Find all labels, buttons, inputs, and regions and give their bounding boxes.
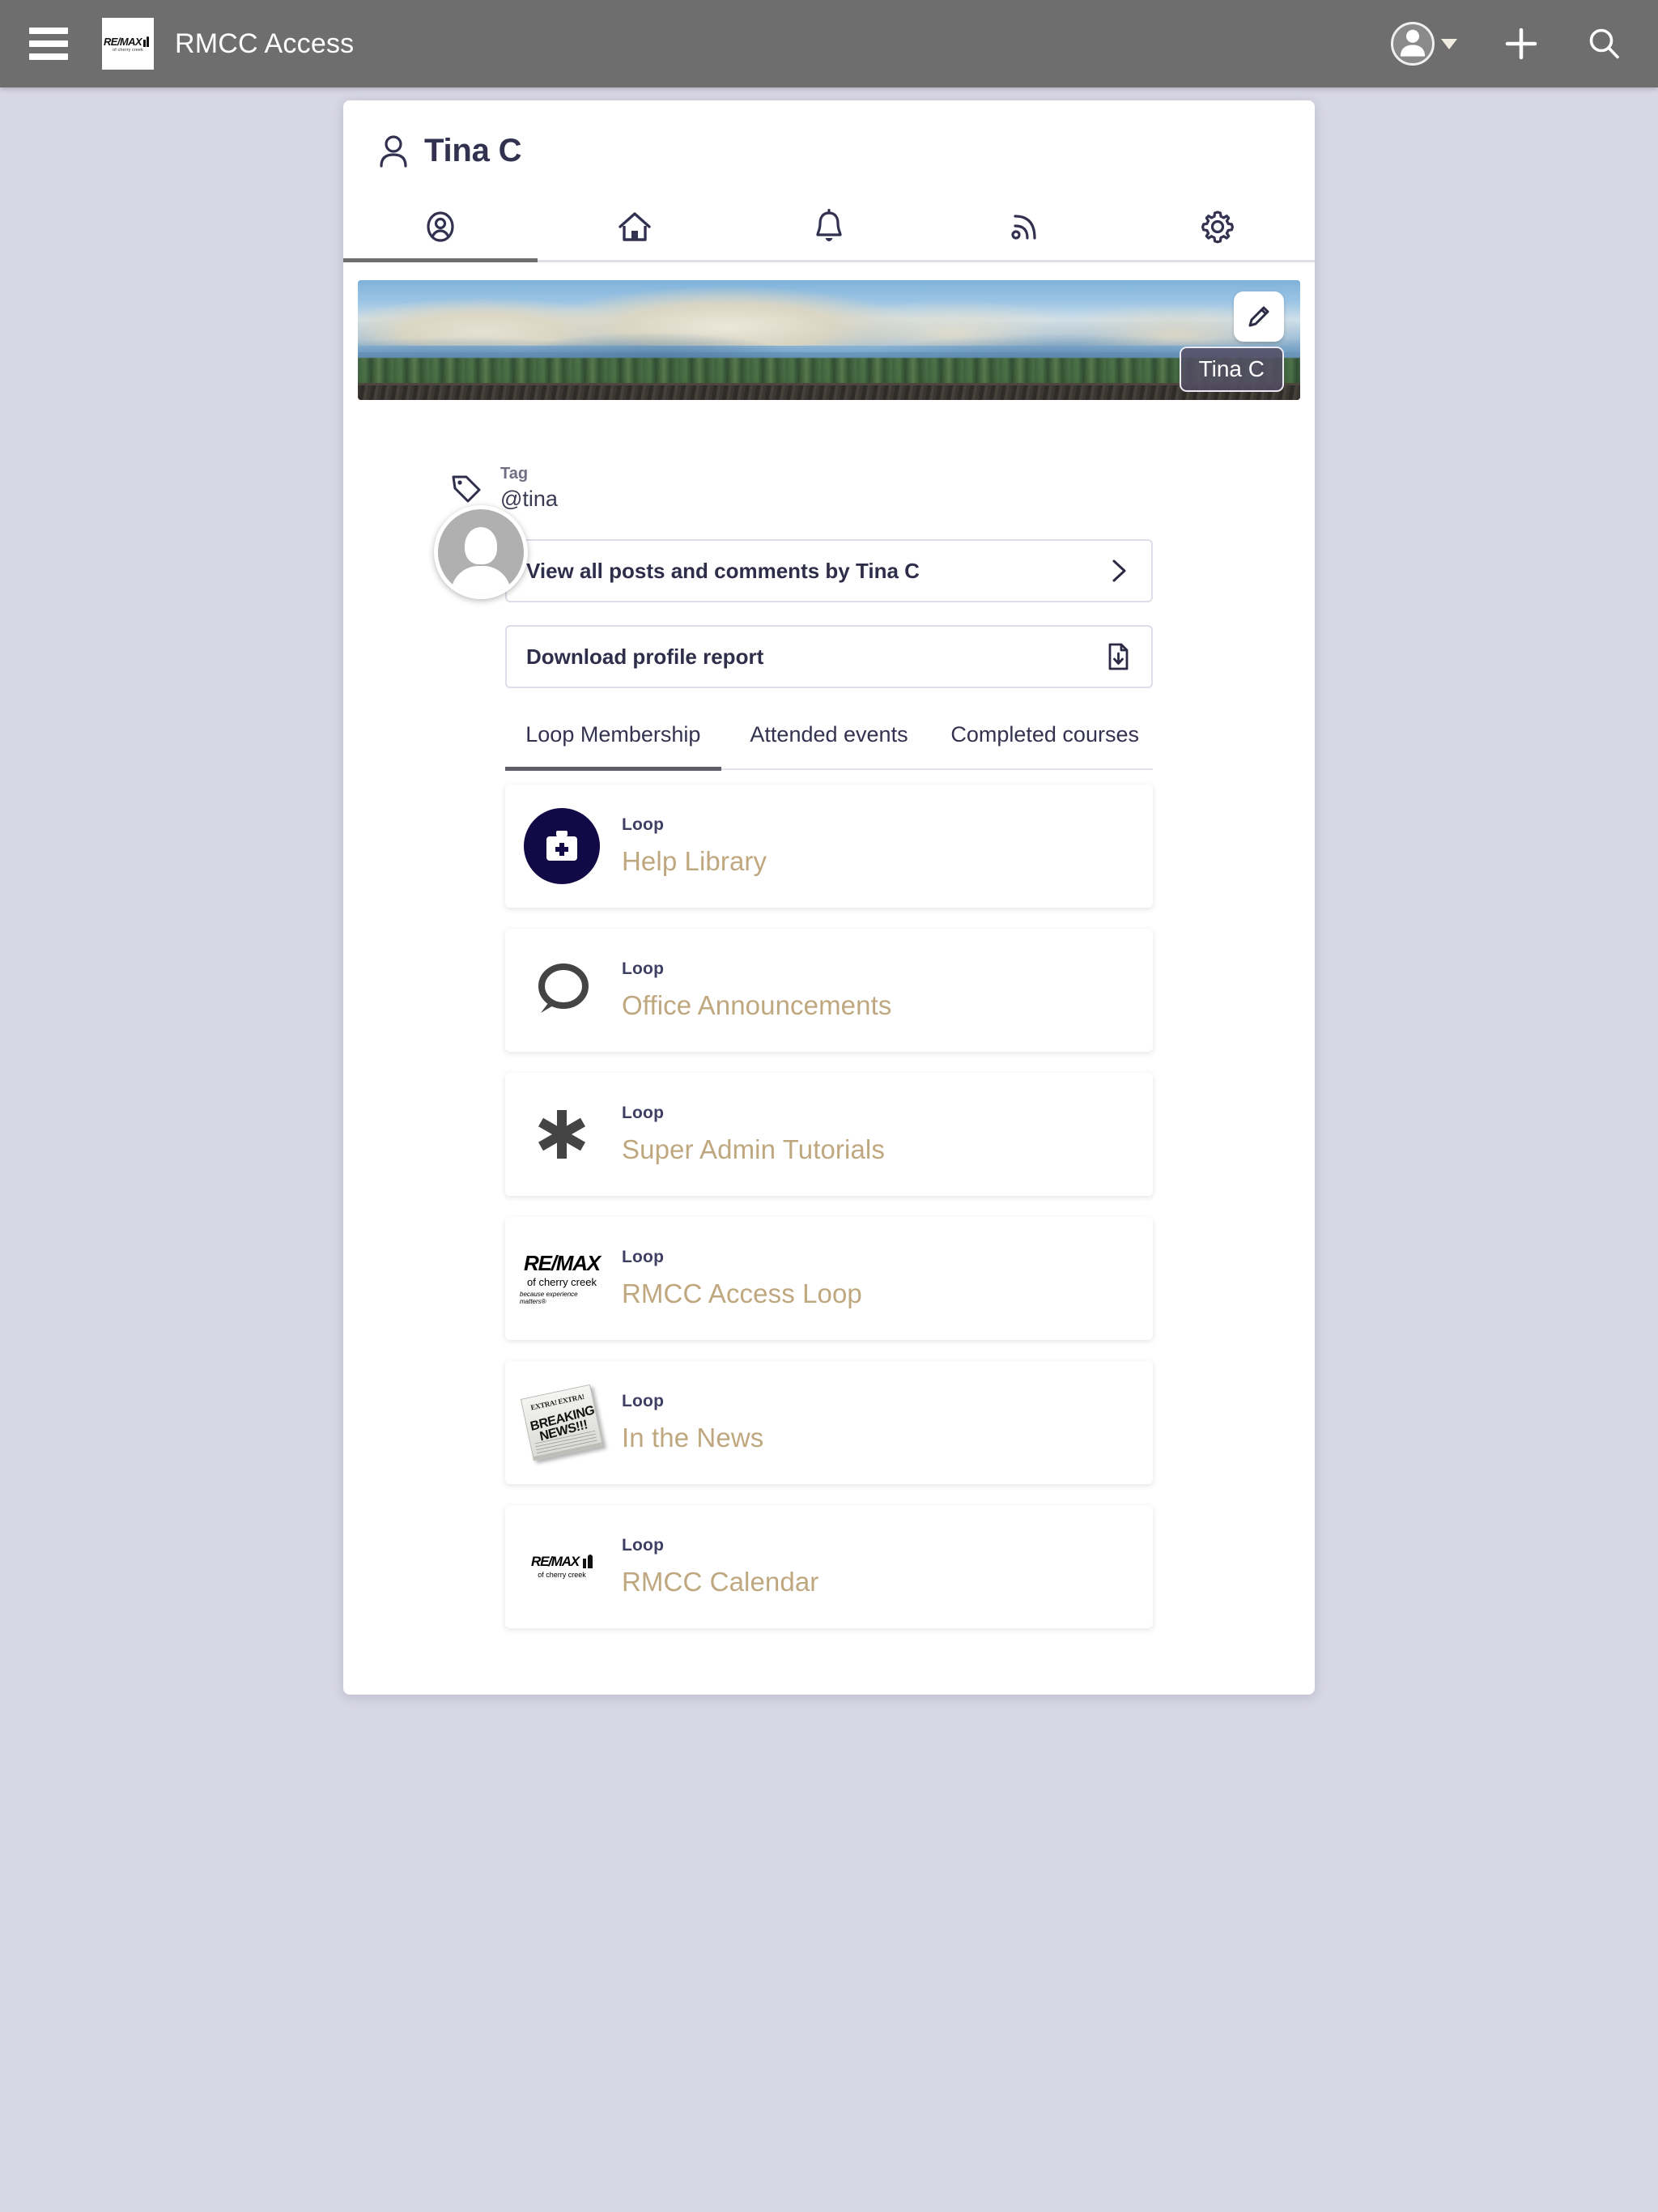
loop-text: Loop RMCC Calendar [622, 1536, 818, 1597]
list-item[interactable]: RE/MAX of cherry creek Loop RMCC Calenda… [505, 1505, 1153, 1629]
add-button[interactable] [1503, 25, 1540, 62]
asterisk-icon [520, 1092, 604, 1176]
search-button[interactable] [1585, 25, 1622, 62]
download-profile-report-button[interactable]: Download profile report [505, 625, 1153, 689]
content-tabs: Loop Membership Attended events Complete… [505, 711, 1153, 772]
rss-icon [1011, 215, 1036, 240]
bell-icon [816, 208, 842, 241]
tab-attended-events[interactable]: Attended events [721, 711, 937, 768]
plus-icon [1505, 28, 1537, 60]
tab-profile[interactable] [343, 194, 538, 260]
tab-feed[interactable] [926, 194, 1120, 260]
top-bar-actions [1391, 22, 1622, 66]
loop-kind-label: Loop [622, 959, 665, 979]
avatar-body-shape [451, 566, 511, 595]
home-icon [619, 212, 651, 241]
app-title: RMCC Access [175, 28, 355, 59]
list-item[interactable]: EXTRA! EXTRA! BREAKING NEWS!!! Loop In t… [505, 1361, 1153, 1485]
account-avatar-icon [1391, 22, 1435, 66]
list-item[interactable]: Loop Super Admin Tutorials [505, 1073, 1153, 1197]
person-icon [380, 134, 407, 168]
balloon-glyph [581, 1555, 593, 1569]
speech-bubble-glyph [538, 963, 589, 1014]
tag-label: Tag [500, 465, 529, 483]
brand-logo-sub: of cherry creek [113, 48, 143, 53]
hamburger-menu-icon[interactable] [29, 28, 68, 60]
caret-down-icon [1441, 38, 1457, 49]
loop-name-label: Super Admin Tutorials [622, 1134, 885, 1165]
tab-settings[interactable] [1120, 194, 1315, 260]
banner-name-badge[interactable]: Tina C [1179, 347, 1284, 392]
speech-bubble-icon [520, 948, 604, 1032]
list-item[interactable]: RE/MAX of cherry creek because experienc… [505, 1217, 1153, 1341]
tag-icon [452, 475, 481, 503]
remax-balloon-icon [142, 35, 152, 47]
pencil-icon [1248, 306, 1269, 327]
file-download-icon [1108, 643, 1129, 670]
panel-header: Tina C [343, 100, 1315, 169]
loop-kind-label: Loop [622, 1536, 665, 1555]
account-menu-button[interactable] [1391, 22, 1457, 66]
first-aid-kit-glyph [546, 831, 577, 861]
banner-foreground [358, 385, 1300, 400]
loop-name-label: RMCC Access Loop [622, 1278, 862, 1309]
loop-name-label: Help Library [622, 846, 767, 877]
top-app-bar: RE/MAX of cherry creek RMCC Access [0, 0, 1658, 87]
avatar[interactable] [434, 505, 528, 599]
asterisk-glyph [538, 1110, 585, 1159]
loop-kind-label: Loop [622, 1104, 665, 1123]
newspaper-icon: EXTRA! EXTRA! BREAKING NEWS!!! [520, 1380, 604, 1465]
page-title: Tina C [424, 133, 522, 168]
tab-home[interactable] [538, 194, 732, 260]
loop-text: Loop Office Announcements [622, 959, 891, 1021]
tab-notifications[interactable] [732, 194, 926, 260]
tag-value: @tina [500, 487, 558, 511]
tab-completed-courses[interactable]: Completed courses [937, 711, 1153, 768]
chevron-right-icon [1112, 559, 1126, 582]
profile-icon-tabs [343, 194, 1315, 262]
edit-banner-button[interactable] [1234, 291, 1284, 342]
remax-cherry-creek-logo-icon: RE/MAX of cherry creek because experienc… [520, 1236, 604, 1321]
loop-text: Loop Help Library [622, 815, 767, 877]
view-all-posts-label: View all posts and comments by Tina C [526, 558, 920, 583]
loop-kind-label: Loop [622, 1248, 665, 1267]
list-item[interactable]: Loop Office Announcements [505, 929, 1153, 1053]
loop-kind-label: Loop [622, 1392, 665, 1411]
remax-brand-logo[interactable]: RE/MAX of cherry creek [102, 18, 154, 70]
loop-text: Loop Super Admin Tutorials [622, 1104, 885, 1165]
remax-logo-word: RE/MAX [524, 1250, 601, 1275]
brand-logo-word: RE/MAX [104, 36, 142, 48]
profile-panel: Tina C Tina C Tag @tina View all posts a… [343, 100, 1315, 1695]
remax-logo-sub: of cherry creek [527, 1275, 597, 1288]
first-aid-kit-icon [520, 804, 604, 888]
remax-balloon-word: RE/MAX [531, 1554, 580, 1570]
view-all-posts-button[interactable]: View all posts and comments by Tina C [505, 539, 1153, 603]
tag-row: Tag @tina [450, 463, 1315, 513]
download-profile-report-label: Download profile report [526, 644, 764, 669]
remax-balloon-logo-icon: RE/MAX of cherry creek [520, 1525, 604, 1610]
list-item[interactable]: Loop Help Library [505, 785, 1153, 908]
avatar-head-shape [465, 527, 497, 564]
loop-text: Loop In the News [622, 1392, 763, 1453]
search-icon [1589, 28, 1619, 59]
remax-balloon-sub: of cherry creek [538, 1571, 586, 1580]
loop-membership-list: Loop Help Library Loop Office Announceme… [343, 770, 1315, 1695]
tab-loop-membership[interactable]: Loop Membership [505, 711, 721, 772]
loop-name-label: Office Announcements [622, 990, 892, 1021]
user-circle-icon [427, 211, 454, 242]
banner-treeline [358, 358, 1300, 385]
loop-kind-label: Loop [622, 815, 665, 835]
loop-name-label: In the News [622, 1423, 764, 1453]
gear-icon [1201, 211, 1234, 244]
user-avatar-glyph [1400, 29, 1426, 57]
profile-banner: Tina C [358, 280, 1300, 400]
loop-name-label: RMCC Calendar [622, 1567, 819, 1597]
loop-text: Loop RMCC Access Loop [622, 1248, 862, 1309]
remax-logo-tagline: because experience matters® [520, 1290, 578, 1305]
